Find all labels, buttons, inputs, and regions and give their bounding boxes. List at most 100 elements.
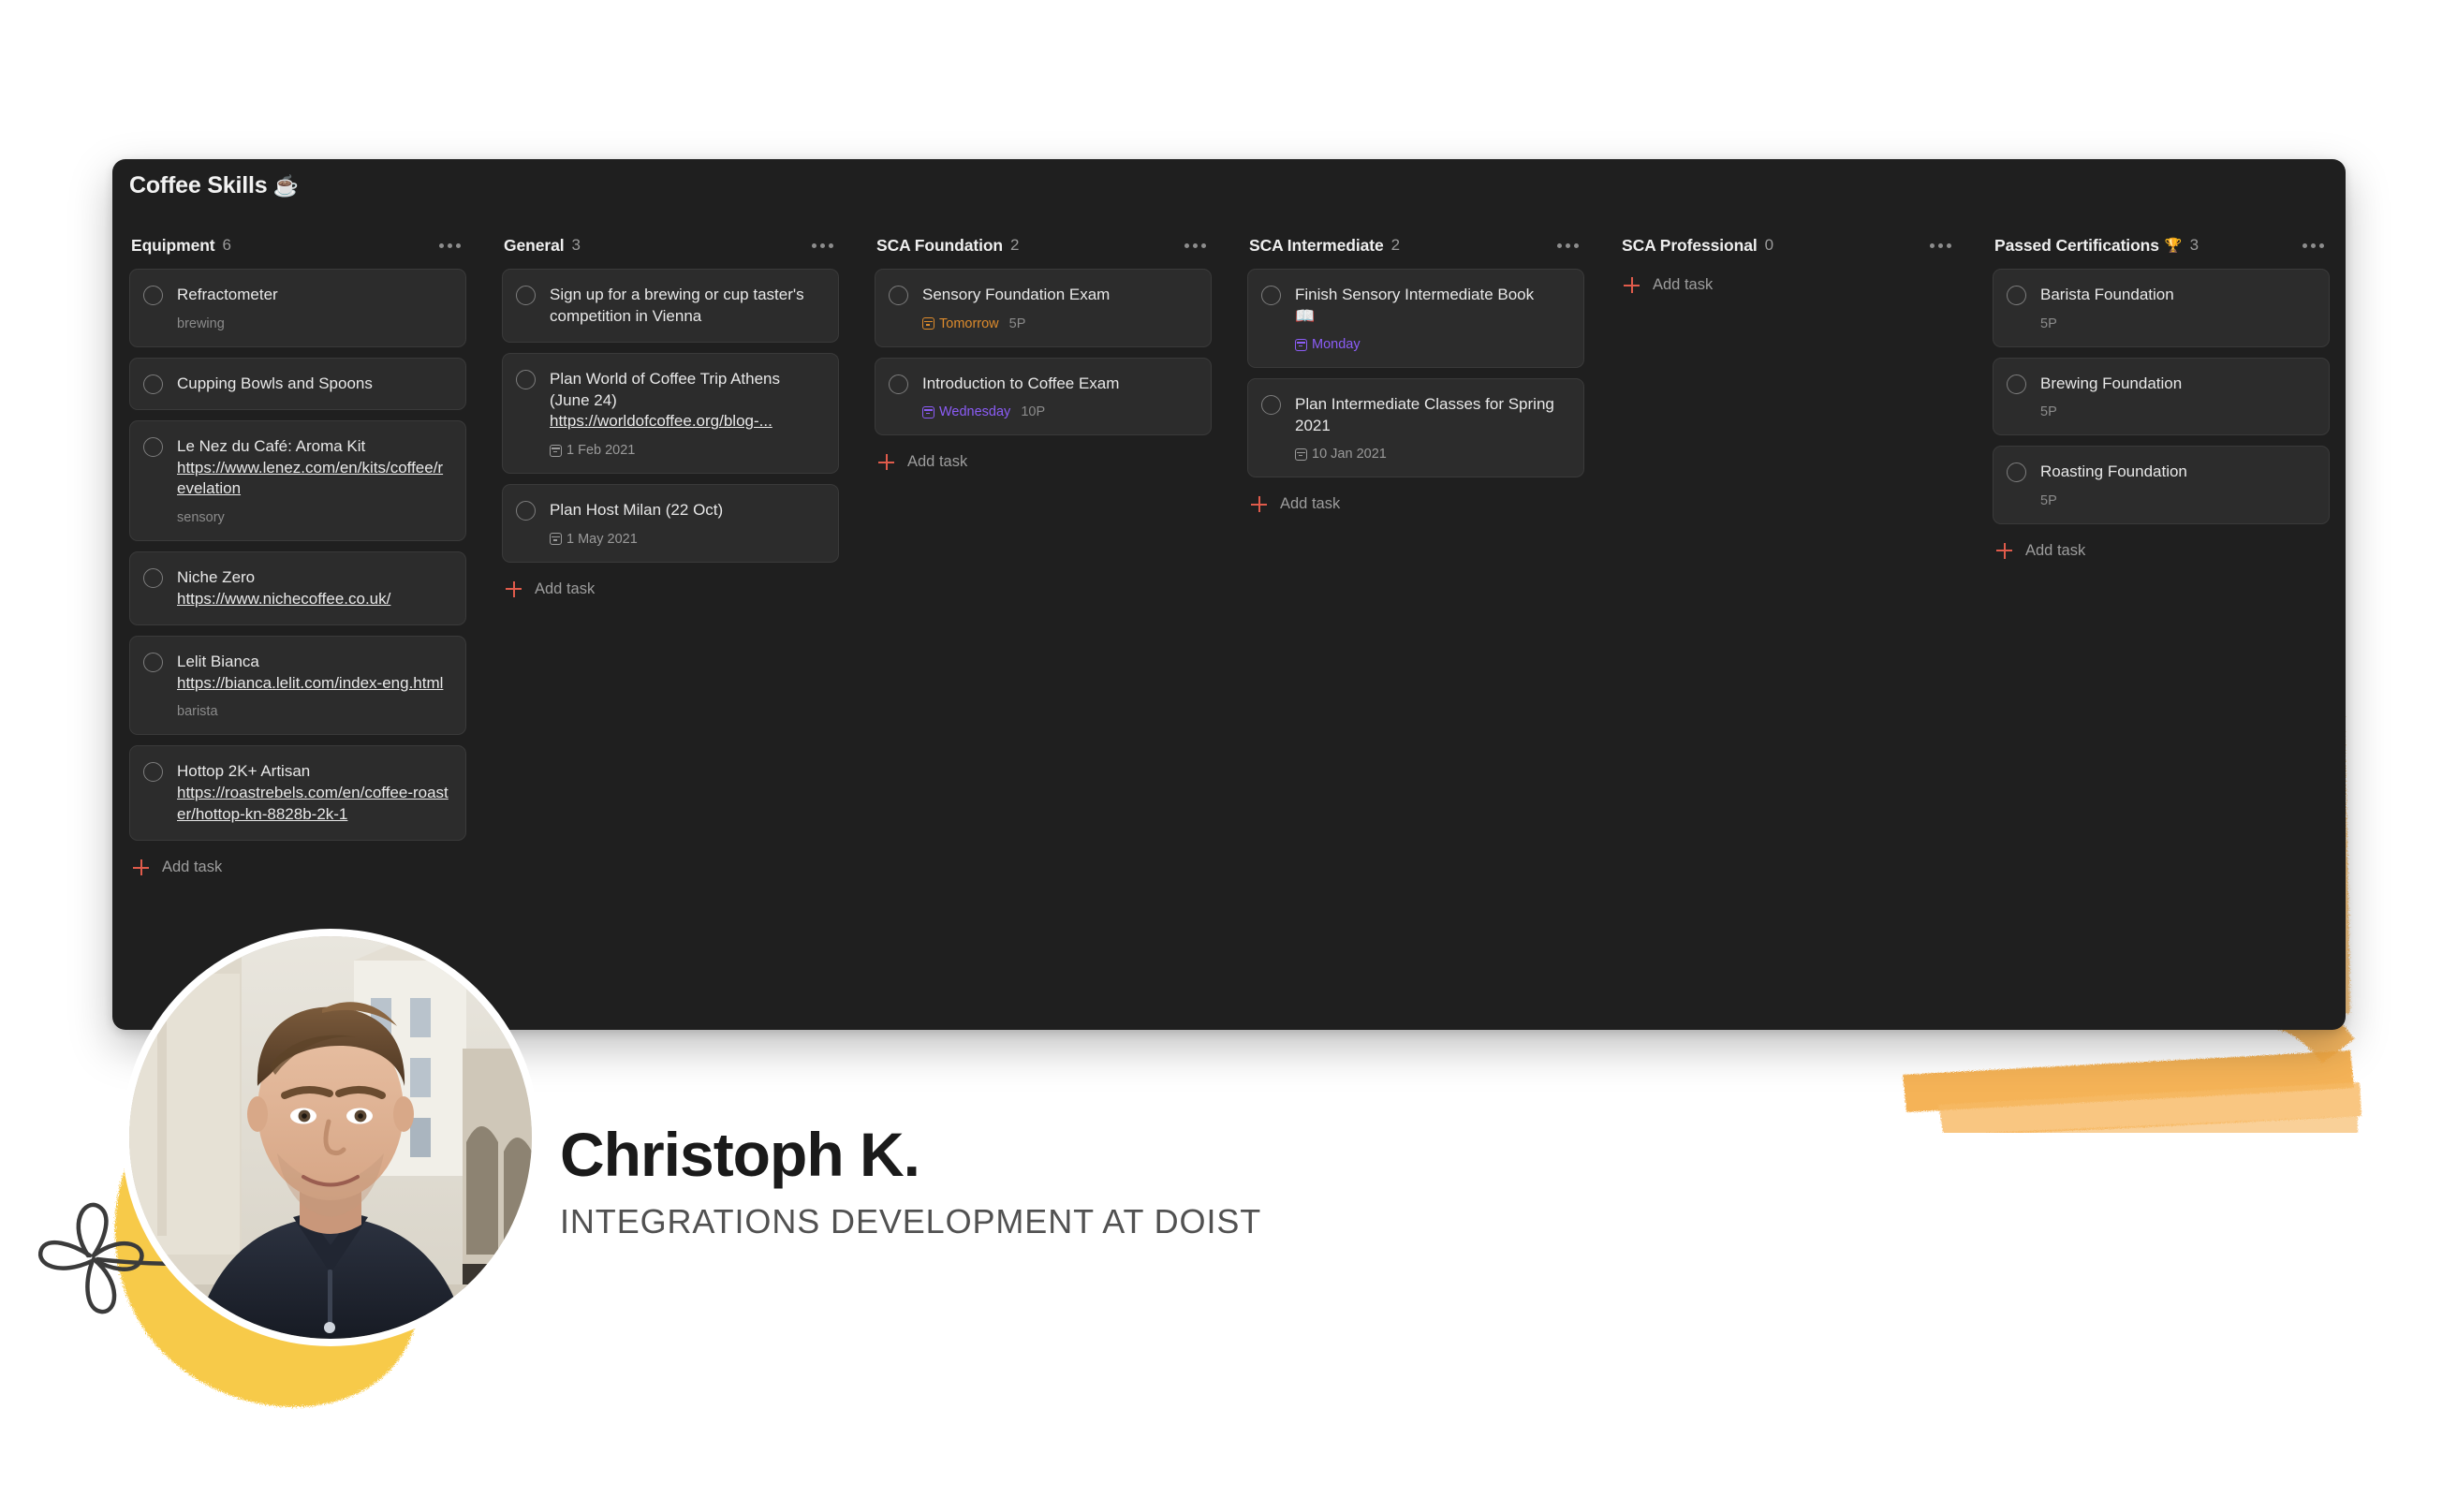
column-task-count: 2 bbox=[1390, 236, 1401, 254]
task-card[interactable]: Lelit Bianca https://bianca.lelit.com/in… bbox=[129, 636, 466, 736]
task-checkbox[interactable] bbox=[143, 568, 163, 589]
task-checkbox[interactable] bbox=[889, 374, 908, 394]
task-checkbox[interactable] bbox=[143, 286, 163, 305]
board-title: Coffee Skills ☕ bbox=[129, 172, 299, 199]
task-card[interactable]: Plan Intermediate Classes for Spring 202… bbox=[1247, 378, 1584, 478]
task-body: Plan Host Milan (22 Oct) 1 May 2021 bbox=[550, 500, 823, 547]
task-checkbox[interactable] bbox=[1261, 286, 1281, 305]
column-title: SCA Professional bbox=[1622, 235, 1758, 255]
task-title: Plan Intermediate Classes for Spring 202… bbox=[1295, 395, 1554, 434]
column-title: SCA Intermediate bbox=[1249, 235, 1384, 255]
task-link[interactable]: https://www.lenez.com/en/kits/coffee/rev… bbox=[177, 458, 450, 500]
task-checkbox[interactable] bbox=[889, 286, 908, 305]
column-passed-certifications: Passed Certifications 🏆 3 Barista Founda… bbox=[1993, 230, 2346, 1030]
column-menu-icon[interactable] bbox=[1181, 238, 1210, 254]
task-checkbox[interactable] bbox=[143, 762, 163, 783]
column-menu-icon[interactable] bbox=[1926, 238, 1955, 254]
task-title: Introduction to Coffee Exam bbox=[922, 374, 1120, 392]
task-card[interactable]: Hottop 2K+ Artisan https://roastrebels.c… bbox=[129, 745, 466, 842]
column-header: SCA Foundation 2 bbox=[875, 230, 1212, 260]
task-card[interactable]: Plan World of Coffee Trip Athens (June 2… bbox=[502, 353, 839, 475]
task-link[interactable]: https://www.nichecoffee.co.uk/ bbox=[177, 589, 450, 610]
task-checkbox[interactable] bbox=[143, 374, 163, 394]
task-checkbox[interactable] bbox=[143, 437, 163, 458]
task-body: Lelit Bianca https://bianca.lelit.com/in… bbox=[177, 652, 450, 719]
column-sca-intermediate: SCA Intermediate 2 Finish Sensory Interm… bbox=[1247, 230, 1620, 1030]
column-task-count: 3 bbox=[571, 236, 581, 254]
task-label: sensory bbox=[177, 510, 225, 526]
task-title: Sign up for a brewing or cup taster's co… bbox=[550, 286, 804, 325]
task-card[interactable]: Plan Host Milan (22 Oct) 1 May 2021 bbox=[502, 484, 839, 563]
calendar-icon bbox=[550, 533, 562, 546]
task-meta: 1 May 2021 bbox=[550, 532, 823, 547]
column-header: SCA Professional 0 bbox=[1620, 230, 1957, 260]
add-task-button[interactable]: Add task bbox=[1620, 269, 1957, 301]
task-card[interactable]: Introduction to Coffee Exam Wednesday 10… bbox=[875, 357, 1212, 436]
task-link[interactable]: https://bianca.lelit.com/index-eng.html bbox=[177, 673, 450, 695]
task-due-date[interactable]: 1 May 2021 bbox=[550, 532, 638, 547]
board-columns: Equipment 6 Refractometer brewing Cuppin… bbox=[112, 230, 2346, 1030]
task-card[interactable]: Le Nez du Café: Aroma Kit https://www.le… bbox=[129, 420, 466, 542]
add-task-button[interactable]: Add task bbox=[502, 573, 839, 606]
coffee-emoji-icon: ☕ bbox=[272, 174, 299, 198]
task-label: barista bbox=[177, 704, 218, 720]
plus-icon bbox=[1251, 496, 1267, 513]
plus-icon bbox=[133, 859, 149, 876]
task-due-date[interactable]: Tomorrow bbox=[922, 316, 999, 331]
task-card[interactable]: Roasting Foundation 5P bbox=[1993, 446, 2330, 524]
task-due-date[interactable]: Wednesday bbox=[922, 404, 1010, 419]
task-title: Sensory Foundation Exam bbox=[922, 286, 1111, 303]
task-body: Roasting Foundation 5P bbox=[2040, 462, 2314, 508]
column-title: General bbox=[504, 235, 565, 255]
task-card[interactable]: Barista Foundation 5P bbox=[1993, 269, 2330, 347]
task-checkbox[interactable] bbox=[516, 370, 536, 390]
task-due-date[interactable]: 10 Jan 2021 bbox=[1295, 447, 1387, 462]
column-menu-icon[interactable] bbox=[2299, 238, 2328, 254]
task-due-date[interactable]: 1 Feb 2021 bbox=[550, 443, 635, 458]
task-due-date[interactable]: Monday bbox=[1295, 337, 1361, 352]
page-root: Coffee Skills ☕ Equipment 6 Refractometer… bbox=[0, 0, 2457, 1512]
add-task-button[interactable]: Add task bbox=[129, 851, 466, 884]
task-card[interactable]: Sensory Foundation Exam Tomorrow 5P bbox=[875, 269, 1212, 347]
task-title: Cupping Bowls and Spoons bbox=[177, 374, 373, 392]
profile-block: Christoph K. INTEGRATIONS DEVELOPMENT AT… bbox=[560, 1121, 1777, 1240]
add-task-label: Add task bbox=[162, 859, 223, 876]
calendar-icon bbox=[1295, 448, 1307, 461]
plus-icon bbox=[506, 580, 522, 597]
task-meta: Wednesday 10P bbox=[922, 404, 1196, 419]
task-body: Refractometer brewing bbox=[177, 285, 450, 331]
add-task-button[interactable]: Add task bbox=[1993, 535, 2330, 567]
kanban-board: Coffee Skills ☕ Equipment 6 Refractometer… bbox=[112, 159, 2346, 1030]
task-card[interactable]: Cupping Bowls and Spoons bbox=[129, 357, 466, 411]
trophy-emoji-icon: 🏆 bbox=[2164, 238, 2183, 254]
task-checkbox[interactable] bbox=[516, 501, 536, 521]
task-title: Brewing Foundation bbox=[2040, 374, 2183, 392]
task-card[interactable]: Sign up for a brewing or cup taster's co… bbox=[502, 269, 839, 344]
task-label: brewing bbox=[177, 316, 225, 331]
task-card[interactable]: Refractometer brewing bbox=[129, 269, 466, 347]
add-task-button[interactable]: Add task bbox=[1247, 488, 1584, 521]
column-menu-icon[interactable] bbox=[808, 238, 837, 254]
avatar bbox=[129, 936, 532, 1339]
column-title: Passed Certifications bbox=[1994, 235, 2159, 255]
task-label: 5P bbox=[2040, 316, 2057, 331]
add-task-button[interactable]: Add task bbox=[875, 446, 1212, 478]
plus-icon bbox=[1996, 542, 2012, 559]
column-equipment: Equipment 6 Refractometer brewing Cuppin… bbox=[129, 230, 502, 1030]
task-link[interactable]: https://worldofcoffee.org/blog-... bbox=[550, 411, 823, 433]
task-title: Le Nez du Café: Aroma Kit bbox=[177, 437, 366, 456]
task-card[interactable]: Brewing Foundation 5P bbox=[1993, 357, 2330, 436]
task-checkbox[interactable] bbox=[2007, 374, 2026, 394]
task-card[interactable]: Finish Sensory Intermediate Book 📖 Monda… bbox=[1247, 269, 1584, 369]
task-checkbox[interactable] bbox=[2007, 462, 2026, 483]
task-card[interactable]: Niche Zero https://www.nichecoffee.co.uk… bbox=[129, 551, 466, 626]
task-checkbox[interactable] bbox=[1261, 395, 1281, 416]
task-checkbox[interactable] bbox=[516, 286, 536, 305]
task-body: Brewing Foundation 5P bbox=[2040, 374, 2314, 420]
task-link[interactable]: https://roastrebels.com/en/coffee-roaste… bbox=[177, 783, 450, 825]
task-checkbox[interactable] bbox=[2007, 286, 2026, 305]
task-body: Introduction to Coffee Exam Wednesday 10… bbox=[922, 374, 1196, 419]
column-menu-icon[interactable] bbox=[435, 238, 464, 254]
column-menu-icon[interactable] bbox=[1553, 238, 1582, 254]
task-checkbox[interactable] bbox=[143, 653, 163, 673]
